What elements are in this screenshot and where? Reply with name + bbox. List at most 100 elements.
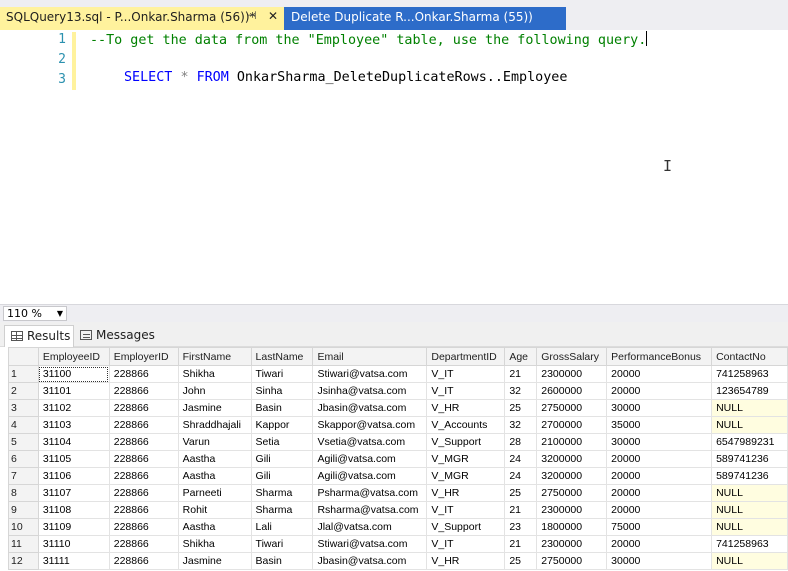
table-cell[interactable]: 2300000	[536, 501, 608, 519]
table-cell[interactable]: NULL	[711, 501, 788, 519]
table-cell[interactable]: Basin	[250, 399, 314, 417]
tab-sqlquery13[interactable]: SQLQuery13.sql - P...Onkar.Sharma (56))*…	[0, 7, 284, 30]
table-cell[interactable]: Gili	[250, 467, 314, 485]
table-cell[interactable]: Parneeti	[177, 484, 252, 502]
table-cell[interactable]: Jsinha@vatsa.com	[312, 382, 428, 400]
table-row[interactable]: 8 31107 228866 Parneeti Sharma Psharma@vatsa.…	[8, 484, 788, 502]
table-cell[interactable]: Lali	[250, 518, 314, 536]
query-editor[interactable]: 1 2 3 --To get the data from the "Employ…	[0, 30, 788, 304]
table-cell[interactable]: 25	[504, 484, 538, 502]
column-header-performancebonus[interactable]: PerformanceBonus	[606, 347, 713, 366]
close-icon[interactable]: ✕	[268, 9, 278, 23]
table-cell[interactable]: Stiwari@vatsa.com	[312, 535, 428, 553]
table-cell[interactable]: 228866	[108, 433, 179, 451]
column-header-employerid[interactable]: EmployerID	[108, 347, 179, 366]
table-cell[interactable]: Aastha	[177, 518, 252, 536]
table-cell[interactable]: 20000	[606, 365, 713, 383]
table-cell[interactable]: Skappor@vatsa.com	[312, 416, 428, 434]
table-cell[interactable]: 21	[504, 365, 538, 383]
table-cell[interactable]: V_IT	[426, 382, 506, 400]
table-cell[interactable]: 589741236	[711, 467, 788, 485]
table-cell[interactable]: 24	[504, 467, 538, 485]
table-cell[interactable]: 31109	[37, 518, 110, 536]
column-header-lastname[interactable]: LastName	[250, 347, 314, 366]
results-grid[interactable]: EmployeeID EmployerID FirstName LastName Ema…	[8, 347, 788, 571]
table-cell[interactable]: 30000	[606, 552, 713, 570]
table-row[interactable]: 6 31105 228866 Aastha Gili Agili@vatsa.com V_M…	[8, 450, 788, 468]
column-header-employeeid[interactable]: EmployeeID	[37, 347, 110, 366]
table-cell[interactable]: Psharma@vatsa.com	[312, 484, 428, 502]
table-cell[interactable]: V_IT	[426, 535, 506, 553]
table-cell[interactable]: V_HR	[426, 399, 506, 417]
table-cell[interactable]: 25	[504, 399, 538, 417]
table-row[interactable]: 5 31104 228866 Varun Setia Vsetia@vatsa.com V_…	[8, 433, 788, 451]
table-cell[interactable]: 31107	[37, 484, 110, 502]
table-cell[interactable]: 3200000	[536, 467, 608, 485]
table-cell[interactable]: 31106	[37, 467, 110, 485]
table-cell[interactable]: Jasmine	[177, 552, 252, 570]
row-number[interactable]: 4	[8, 416, 39, 434]
table-cell[interactable]: V_Support	[426, 518, 506, 536]
table-cell[interactable]: 31103	[37, 416, 110, 434]
table-cell[interactable]: Stiwari@vatsa.com	[312, 365, 428, 383]
table-cell[interactable]: Agili@vatsa.com	[312, 467, 428, 485]
column-header-departmentid[interactable]: DepartmentID	[426, 347, 506, 366]
table-cell[interactable]: 741258963	[711, 365, 788, 383]
table-cell[interactable]: 123654789	[711, 382, 788, 400]
table-cell[interactable]: 228866	[108, 416, 179, 434]
table-cell[interactable]: 228866	[108, 365, 179, 383]
table-cell[interactable]: 21	[504, 501, 538, 519]
column-header-contactno[interactable]: ContactNo	[711, 347, 788, 366]
table-cell[interactable]: V_IT	[426, 365, 506, 383]
column-header-grosssalary[interactable]: GrossSalary	[536, 347, 608, 366]
table-row[interactable]: 1 31100 228866 Shikha Tiwari Stiwari@vatsa.co…	[8, 365, 788, 383]
table-cell[interactable]: 228866	[108, 501, 179, 519]
tab-results[interactable]: Results	[4, 325, 74, 347]
row-number[interactable]: 5	[8, 433, 39, 451]
table-cell[interactable]: 31100	[37, 365, 110, 383]
table-cell[interactable]: 228866	[108, 382, 179, 400]
table-cell[interactable]: 228866	[108, 484, 179, 502]
table-cell[interactable]: 20000	[606, 467, 713, 485]
table-cell[interactable]: Sharma	[250, 484, 314, 502]
table-cell[interactable]: Jbasin@vatsa.com	[312, 552, 428, 570]
table-cell[interactable]: Aastha	[177, 467, 252, 485]
table-cell[interactable]: Rsharma@vatsa.com	[312, 501, 428, 519]
table-cell[interactable]: NULL	[711, 552, 788, 570]
table-cell[interactable]: 75000	[606, 518, 713, 536]
table-cell[interactable]: 2700000	[536, 416, 608, 434]
table-cell[interactable]: NULL	[711, 518, 788, 536]
table-cell[interactable]: 32	[504, 382, 538, 400]
table-cell[interactable]: 2100000	[536, 433, 608, 451]
table-cell[interactable]: 20000	[606, 382, 713, 400]
table-cell[interactable]: 31102	[37, 399, 110, 417]
table-cell[interactable]: Setia	[250, 433, 314, 451]
table-cell[interactable]: 1800000	[536, 518, 608, 536]
table-cell[interactable]: John	[177, 382, 252, 400]
table-cell[interactable]: 741258963	[711, 535, 788, 553]
table-cell[interactable]: Gili	[250, 450, 314, 468]
table-row[interactable]: 10 31109 228866 Aastha Lali Jlal@vatsa.com V_S…	[8, 518, 788, 536]
table-cell[interactable]: Vsetia@vatsa.com	[312, 433, 428, 451]
table-cell[interactable]: Shraddhajali	[177, 416, 252, 434]
row-number[interactable]: 2	[8, 382, 39, 400]
table-cell[interactable]: 28	[504, 433, 538, 451]
row-number[interactable]: 8	[8, 484, 39, 502]
table-row[interactable]: 4 31103 228866 Shraddhajali Kappor Skappor@va…	[8, 416, 788, 434]
column-header-firstname[interactable]: FirstName	[177, 347, 252, 366]
table-cell[interactable]: V_MGR	[426, 467, 506, 485]
column-header-age[interactable]: Age	[504, 347, 538, 366]
table-cell[interactable]: Sharma	[250, 501, 314, 519]
row-number[interactable]: 11	[8, 535, 39, 553]
table-row[interactable]: 7 31106 228866 Aastha Gili Agili@vatsa.com V_M…	[8, 467, 788, 485]
table-cell[interactable]: 228866	[108, 467, 179, 485]
table-cell[interactable]: 228866	[108, 518, 179, 536]
grid-corner-cell[interactable]	[8, 347, 39, 366]
table-cell[interactable]: Jasmine	[177, 399, 252, 417]
table-cell[interactable]: 24	[504, 450, 538, 468]
row-number[interactable]: 10	[8, 518, 39, 536]
table-cell[interactable]: 2750000	[536, 484, 608, 502]
table-cell[interactable]: Varun	[177, 433, 252, 451]
zoom-dropdown[interactable]: 110 % ▼	[3, 306, 67, 321]
table-cell[interactable]: Sinha	[250, 382, 314, 400]
